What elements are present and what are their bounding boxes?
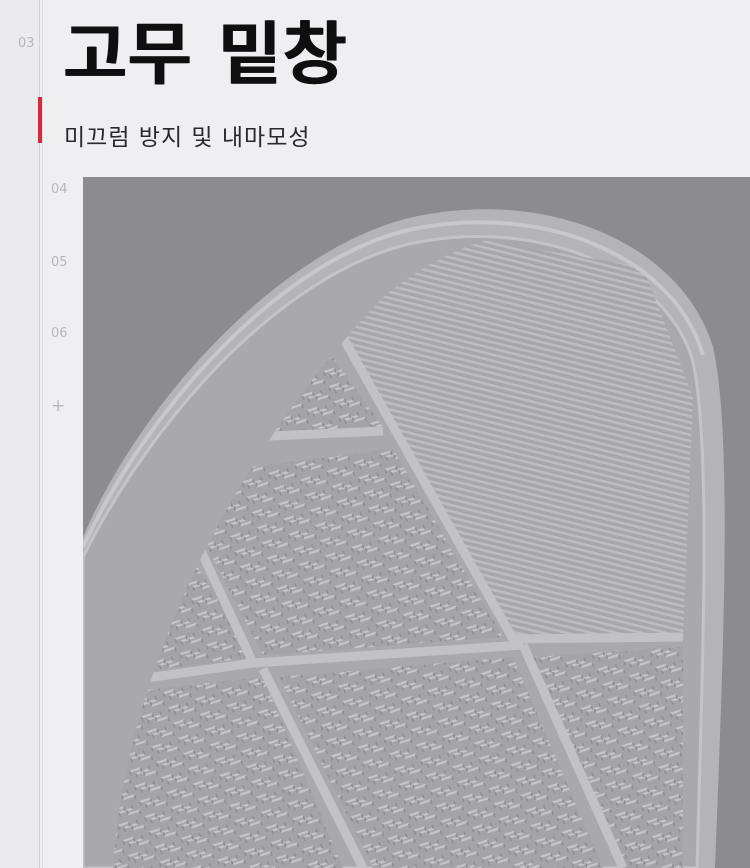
nav-more-plus-icon[interactable]: + <box>51 396 65 416</box>
nav-index-04[interactable]: 04 <box>51 182 68 197</box>
rail-divider-inner <box>42 0 43 868</box>
rubber-sole-photo <box>83 177 750 868</box>
page-subtitle: 미끄럼 방지 및 내마모성 <box>64 125 311 151</box>
section-accent-bar <box>38 97 42 143</box>
nav-index-05[interactable]: 05 <box>51 255 68 270</box>
nav-index-06[interactable]: 06 <box>51 326 68 341</box>
side-rail <box>0 0 40 868</box>
nav-index-current[interactable]: 03 <box>18 36 35 51</box>
page-title: 고무 밑창 <box>64 16 348 95</box>
